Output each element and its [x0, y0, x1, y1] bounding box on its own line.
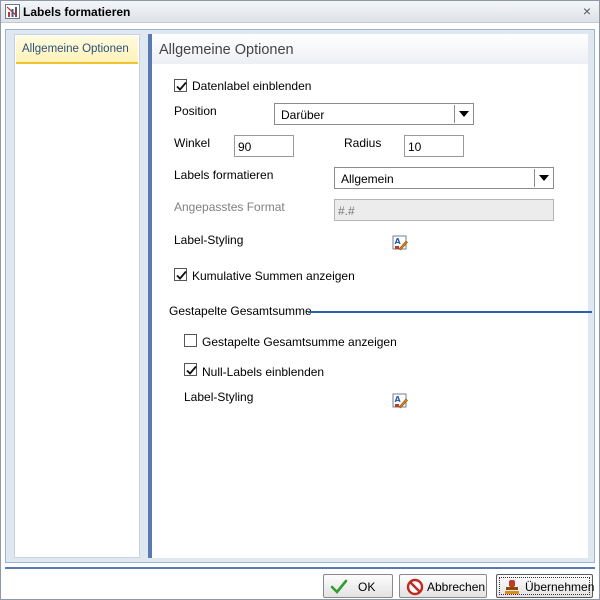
- position-dropdown[interactable]: Darüber: [274, 103, 474, 125]
- chevron-down-icon[interactable]: [454, 105, 472, 123]
- label-styling-label: Label-Styling: [174, 233, 244, 247]
- label-style-editor-icon[interactable]: A: [392, 393, 408, 409]
- cancel-button[interactable]: Abbrechen: [399, 574, 487, 598]
- cancel-button-label: Abbrechen: [427, 580, 486, 594]
- stacked-total-section-title: Gestapelte Gesamtsumme: [169, 304, 312, 318]
- sidebar: Allgemeine Optionen: [14, 34, 140, 558]
- position-value: Darüber: [281, 108, 325, 122]
- radius-input[interactable]: 10: [404, 135, 464, 157]
- ok-button-label: OK: [358, 580, 376, 594]
- panel-header: Allgemeine Optionen: [152, 34, 588, 64]
- checkmark-icon: [186, 365, 197, 375]
- section-divider: [308, 311, 592, 313]
- format-labels-dropdown[interactable]: Allgemein: [334, 167, 554, 189]
- svg-text:A: A: [395, 237, 402, 246]
- apply-button-label: Übernehmen: [525, 580, 595, 594]
- label-style-editor-icon[interactable]: A: [392, 235, 408, 251]
- apply-button[interactable]: Übernehmen: [496, 574, 595, 598]
- custom-format-input[interactable]: #.#: [334, 199, 554, 221]
- winkel-input[interactable]: 90: [234, 135, 294, 157]
- show-null-labels-checkbox[interactable]: [184, 363, 197, 376]
- ok-button[interactable]: OK: [323, 574, 393, 598]
- sidebar-item-general-options[interactable]: Allgemeine Optionen: [16, 36, 138, 64]
- show-null-labels-label: Null-Labels einblenden: [202, 365, 325, 379]
- checkmark-icon: [176, 270, 187, 280]
- show-data-label-label: Datenlabel einblenden: [192, 79, 312, 93]
- position-label: Position: [174, 104, 217, 118]
- show-data-label-checkbox[interactable]: [174, 79, 187, 92]
- checkmark-icon: [330, 579, 348, 594]
- cumulative-sums-label: Kumulative Summen anzeigen: [192, 269, 355, 283]
- show-stacked-total-label: Gestapelte Gesamtsumme anzeigen: [202, 335, 397, 349]
- chevron-down-icon[interactable]: [534, 169, 552, 187]
- radius-label: Radius: [344, 136, 382, 150]
- format-labels-value: Allgemein: [341, 172, 394, 186]
- close-icon[interactable]: ×: [583, 4, 591, 18]
- sidebar-item-label: Allgemeine Optionen: [22, 43, 129, 55]
- show-stacked-total-checkbox[interactable]: [184, 334, 197, 347]
- stacked-label-styling-label: Label-Styling: [184, 390, 254, 404]
- checkmark-icon: [176, 81, 187, 91]
- options-panel: Allgemeine Optionen Datenlabel einblende…: [148, 34, 592, 558]
- apply-stamp-icon: [505, 580, 519, 594]
- window-title: Labels formatieren: [23, 5, 131, 19]
- format-labels-label: Labels formatieren: [174, 168, 274, 182]
- dialog-window: Labels formatieren × Allgemeine Optionen…: [0, 0, 600, 600]
- cumulative-sums-checkbox[interactable]: [174, 268, 187, 281]
- cancel-icon: [406, 578, 424, 596]
- footer-divider: [5, 567, 595, 569]
- chart-app-icon: [5, 4, 20, 19]
- svg-text:A: A: [395, 395, 402, 404]
- panel-title: Allgemeine Optionen: [159, 42, 294, 58]
- title-bar[interactable]: Labels formatieren ×: [1, 1, 599, 23]
- winkel-label: Winkel: [174, 136, 211, 150]
- content-frame: Allgemeine Optionen Allgemeine Optionen …: [5, 29, 595, 563]
- custom-format-label: Angepasstes Format: [174, 200, 285, 214]
